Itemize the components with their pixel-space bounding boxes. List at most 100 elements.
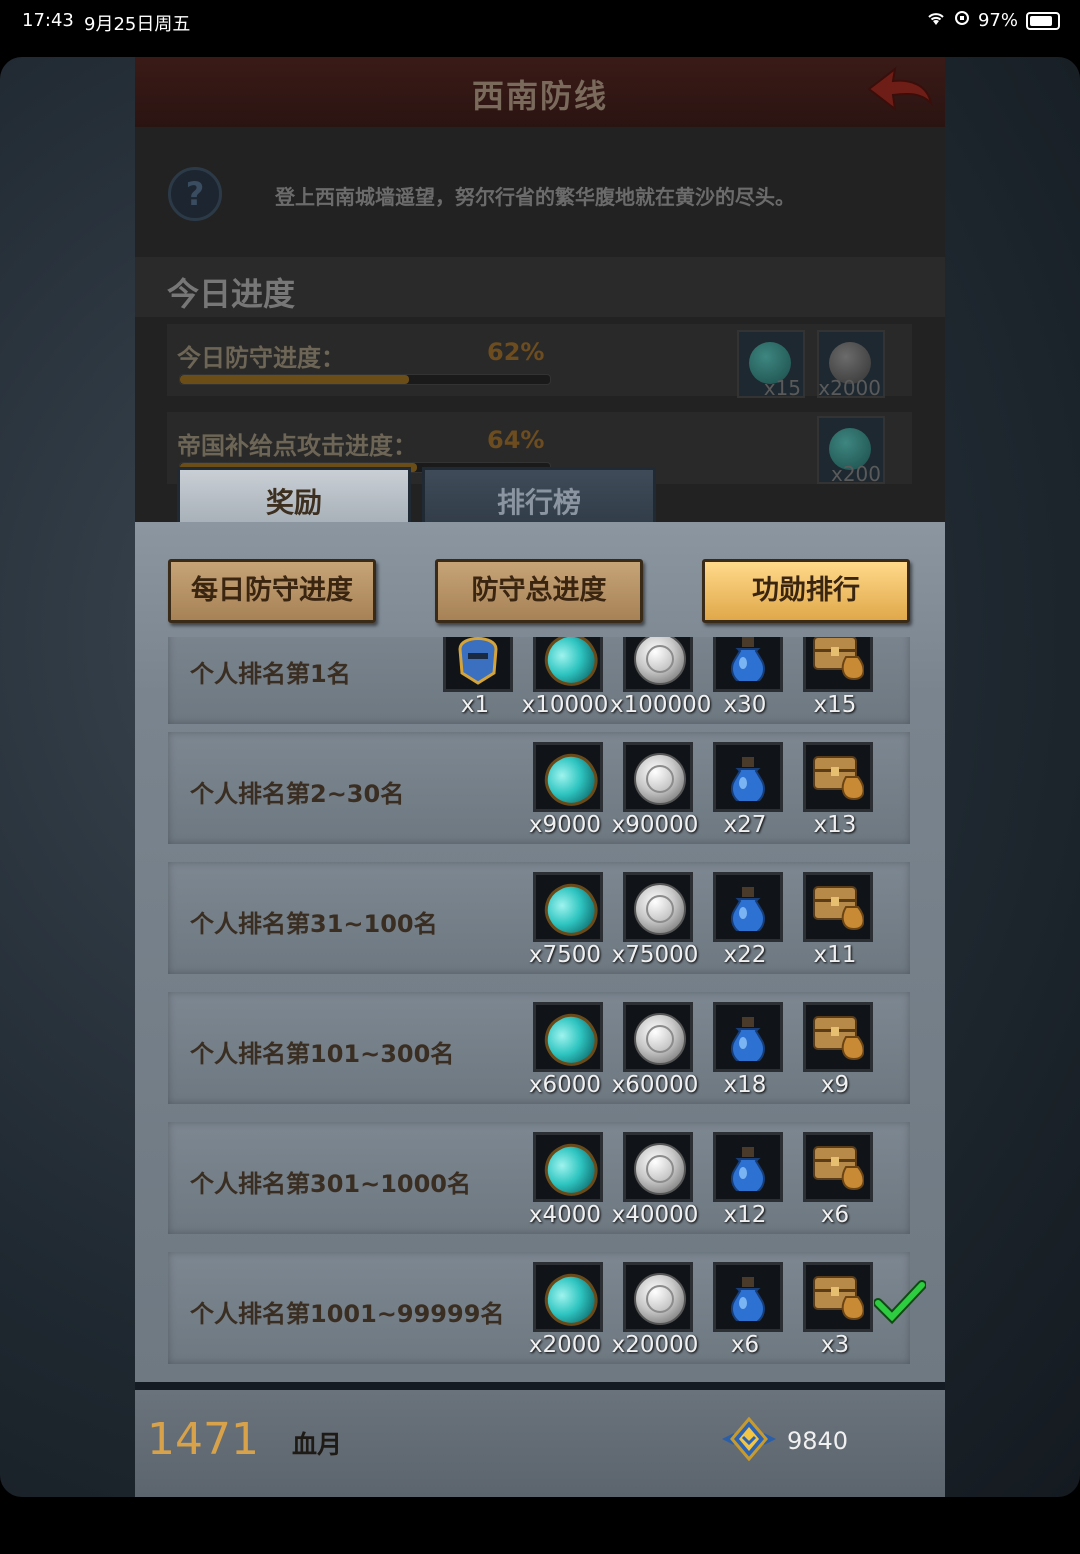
reward-qty: x10000 (521, 692, 609, 718)
chest-icon (813, 1016, 864, 1061)
reward-slot (533, 742, 607, 816)
reward-item[interactable]: x6 (700, 1262, 790, 1362)
reward-slot (533, 1132, 607, 1206)
orientation-lock-icon (954, 10, 970, 31)
silver-coin-icon (634, 1273, 686, 1325)
reward-qty: x13 (813, 812, 857, 838)
reward-slot (623, 742, 693, 812)
reward-slot (713, 872, 783, 942)
reward-slot (533, 1002, 607, 1076)
reward-item[interactable]: x1 (430, 637, 520, 722)
reward-qty: x1 (460, 692, 490, 718)
daily-progress-button[interactable]: 每日防守进度 (168, 559, 376, 623)
reward-item[interactable]: x27 (700, 742, 790, 842)
potion-icon (731, 1147, 765, 1191)
reward-item[interactable]: x200 (817, 416, 885, 486)
rank-reward-list[interactable]: 个人排名第1名 x1 x10000 x100000 x30 x15 个人排名第2~30名 x9… (135, 637, 945, 1377)
reward-slot (803, 1002, 873, 1072)
rank-reward-row: 个人排名第101~300名 x6000 x60000 x18 x9 (168, 992, 910, 1104)
helmet-icon (458, 637, 498, 685)
potion-icon (731, 757, 765, 801)
reward-item[interactable]: x3 (790, 1262, 926, 1362)
reward-slot (443, 637, 513, 692)
rank-label: 个人排名第101~300名 (190, 1040, 455, 1068)
chest-icon (813, 886, 864, 931)
reward-slot (803, 637, 873, 692)
reward-qty: x100000 (610, 692, 712, 718)
reward-qty: x9000 (528, 812, 602, 838)
total-progress-button[interactable]: 防守总进度 (435, 559, 643, 623)
silver-coin-icon (634, 883, 686, 935)
rank-label: 个人排名第1名 (190, 660, 351, 688)
reward-qty: x27 (723, 812, 767, 838)
reward-qty: x40000 (611, 1202, 699, 1228)
potion-icon (731, 1017, 765, 1061)
potion-icon (731, 1277, 765, 1321)
progress-percent: 64% (487, 426, 545, 454)
reward-item[interactable]: x2000 (520, 1262, 610, 1362)
player-rank: 1471 (147, 1414, 259, 1465)
reward-item[interactable]: x7500 (520, 872, 610, 972)
reward-item[interactable]: x12 (700, 1132, 790, 1232)
reward-slot (623, 872, 693, 942)
gem-icon (535, 744, 607, 816)
reward-item[interactable]: x60000 (610, 1002, 700, 1102)
reward-item[interactable]: x18 (700, 1002, 790, 1102)
reward-item[interactable]: x40000 (610, 1132, 700, 1232)
reward-item[interactable]: x15 (790, 637, 880, 722)
game-window: 西南防线 ? 登上西南城墙遥望，努尔行省的繁华腹地就在黄沙的尽头。 今日进度 今… (135, 57, 945, 1497)
reward-item[interactable]: x75000 (610, 872, 700, 972)
reward-item[interactable]: x90000 (610, 742, 700, 842)
reward-slot (803, 872, 873, 942)
reward-item[interactable]: x10000 (520, 637, 610, 722)
reward-slot (623, 1002, 693, 1072)
back-arrow-icon[interactable] (865, 63, 935, 117)
wifi-icon (926, 10, 946, 31)
reward-item[interactable]: x4000 (520, 1132, 610, 1232)
reward-item[interactable]: x100000 (610, 637, 712, 722)
merit-ranking-button[interactable]: 功勋排行 (702, 559, 910, 623)
reward-item[interactable]: x6 (790, 1132, 880, 1232)
reward-slot (803, 1132, 873, 1202)
rank-reward-row: 个人排名第1001~99999名 x2000 x20000 x6 x3 (168, 1252, 926, 1364)
reward-item[interactable]: x20000 (610, 1262, 700, 1362)
gem-icon (535, 637, 607, 696)
reward-item[interactable]: x13 (790, 742, 880, 842)
check-icon (874, 1280, 926, 1325)
silver-coin-icon (634, 637, 686, 685)
reward-slot (623, 1132, 693, 1202)
reward-item[interactable]: x30 (700, 637, 790, 722)
chest-icon (813, 637, 864, 681)
reward-qty: x60000 (611, 1072, 699, 1098)
reward-slot (713, 1132, 783, 1202)
progress-bar (179, 374, 551, 385)
progress-row: 今日防守进度： 62% x15 x2000 (167, 324, 912, 400)
reward-item[interactable]: x11 (790, 872, 880, 972)
reward-qty: x6 (730, 1332, 760, 1358)
gem-icon (535, 1004, 607, 1076)
help-icon[interactable]: ? (168, 167, 222, 221)
battery-percent: 97% (977, 10, 1018, 31)
reward-slot (713, 637, 783, 692)
rank-reward-row: 个人排名第1名 x1 x10000 x100000 x30 x15 (168, 637, 910, 724)
reward-item[interactable]: x6000 (520, 1002, 610, 1102)
reward-item[interactable]: x9 (790, 1002, 880, 1102)
reward-qty: x200 (830, 462, 881, 486)
reward-item[interactable]: x15 (737, 330, 805, 400)
page-title: 西南防线 (471, 77, 608, 115)
reward-item[interactable]: x2000 (817, 330, 885, 400)
today-progress-title: 今日进度 (167, 275, 296, 313)
status-date: 9月25日周五 (84, 14, 191, 35)
reward-slot (713, 742, 783, 812)
player-name: 血月 (292, 1430, 343, 1459)
rank-label: 个人排名第301~1000名 (190, 1170, 472, 1198)
reward-slot (533, 637, 607, 696)
reward-qty: x2000 (528, 1332, 602, 1358)
gem-icon (535, 874, 607, 946)
reward-qty: x6000 (528, 1072, 602, 1098)
reward-qty: x22 (723, 942, 767, 968)
reward-qty: x2000 (818, 376, 881, 400)
reward-item[interactable]: x9000 (520, 742, 610, 842)
reward-item[interactable]: x22 (700, 872, 790, 972)
chest-icon (813, 756, 864, 801)
